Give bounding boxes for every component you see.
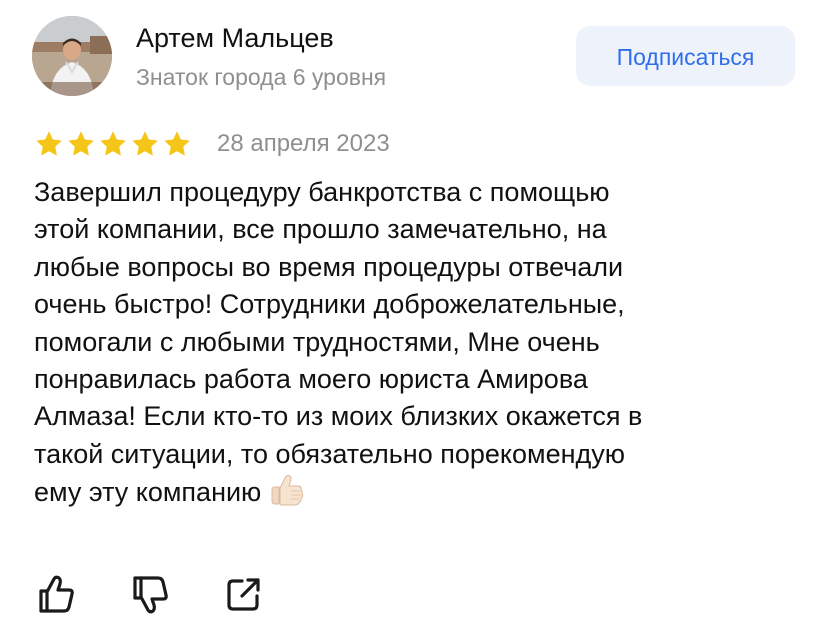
star-icon [36, 131, 62, 156]
review-actions [34, 572, 266, 616]
review-line: понравилась работа моего юриста Амирова [34, 364, 588, 395]
share-icon[interactable] [222, 572, 266, 616]
author-level: Знаток города 6 уровня [136, 64, 387, 90]
review-date: 28 апреля 2023 [217, 130, 390, 157]
review-line-last: ему эту компанию [34, 473, 804, 511]
star-icon [164, 131, 190, 156]
rating-stars [34, 129, 192, 159]
thumbs-down-icon[interactable] [128, 572, 172, 616]
review-text: Завершил процедуру банкротства с помощью… [34, 174, 804, 512]
review-line: этой компании, все прошло замечательно, … [34, 214, 607, 245]
review-line: Алмаза! Если кто-то из моих близких окаж… [34, 401, 643, 432]
author-name[interactable]: Артем Мальцев [136, 20, 334, 56]
review-line: ему эту компанию [34, 477, 262, 508]
avatar[interactable] [32, 16, 112, 96]
review-line: такой ситуации, то обязательно порекомен… [34, 438, 626, 469]
review-line: любые вопросы во время процедуры отвечал… [34, 251, 624, 282]
review-line: очень быстро! Сотрудники доброжелательны… [34, 289, 625, 320]
thumbs-up-icon[interactable] [34, 572, 78, 616]
star-icon [68, 131, 94, 156]
subscribe-button[interactable]: Подписаться [576, 26, 795, 86]
user-photo-icon [32, 16, 112, 96]
star-icon [100, 131, 126, 156]
review-line: помогали с любыми трудностями, Мне очень [34, 326, 600, 357]
review-line: Завершил процедуру банкротства с помощью [34, 177, 610, 207]
star-icon [132, 131, 158, 156]
thumbs-up-emoji-icon [271, 475, 304, 506]
